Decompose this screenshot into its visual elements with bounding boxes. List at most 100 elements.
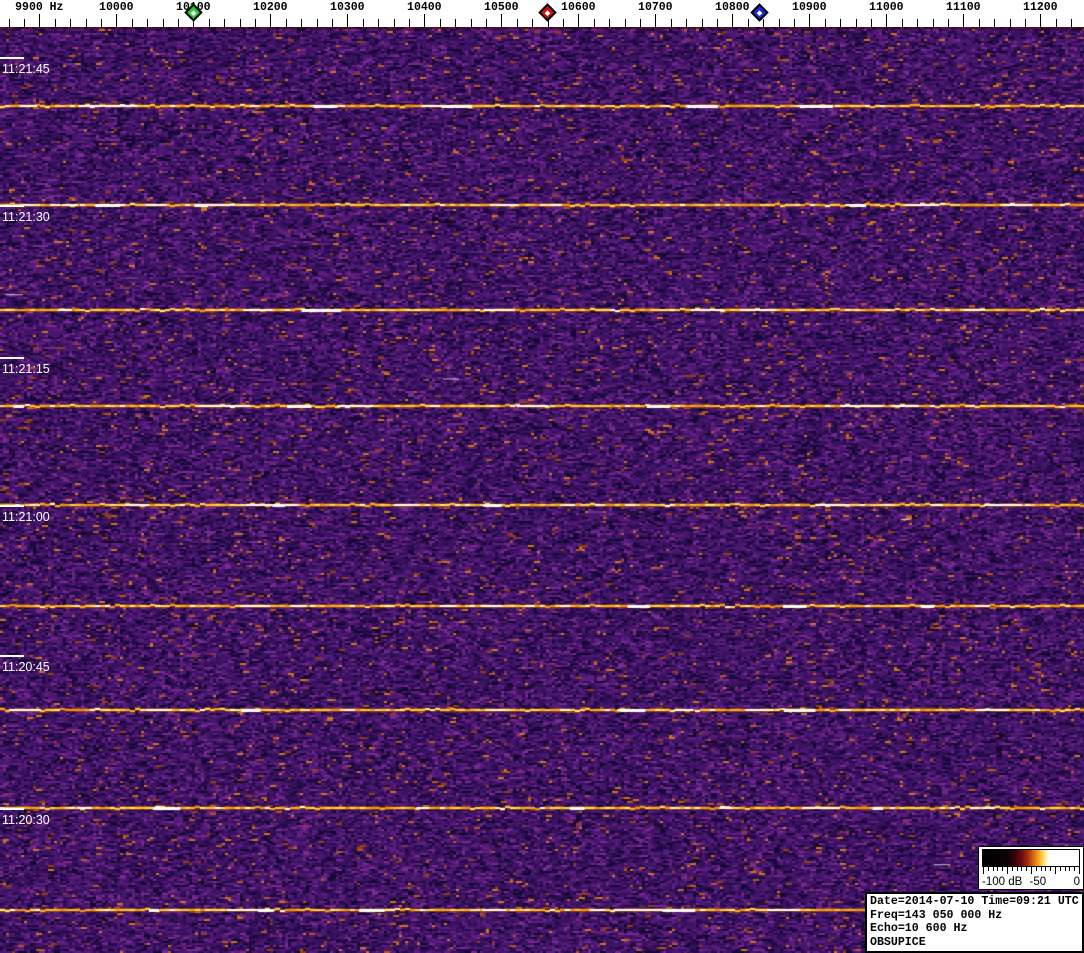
ruler-frequency-label: 11100 xyxy=(946,1,981,14)
time-tick xyxy=(0,808,24,810)
colorbar-label-mid: -50 xyxy=(1029,876,1047,888)
colorbar-tick xyxy=(1050,867,1052,871)
time-tick xyxy=(0,357,24,359)
colorbar-tick xyxy=(1079,867,1080,874)
ruler-tick xyxy=(716,19,718,27)
time-label: 11:21:00 xyxy=(2,510,50,524)
ruler-frequency-label: 9900 Hz xyxy=(15,1,64,14)
time-label: 11:20:45 xyxy=(2,660,50,674)
ruler-tick xyxy=(100,19,102,27)
colorbar-gradient xyxy=(982,849,1080,867)
ruler-tick xyxy=(532,19,534,27)
time-tick xyxy=(0,505,24,507)
ruler-tick xyxy=(347,14,349,27)
colorbar-tick xyxy=(1011,867,1013,871)
info-station-name: OBSUPICE xyxy=(870,935,926,949)
colorbar-labels: -100 dB -50 0 xyxy=(982,875,1080,889)
ruler-frequency-label: 10200 xyxy=(253,1,288,14)
ruler-frequency-label: 10600 xyxy=(561,1,596,14)
ruler-tick xyxy=(593,19,595,27)
ruler-tick xyxy=(639,19,641,27)
ruler-frequency-label: 10000 xyxy=(99,1,134,14)
waterfall-display: 9900 Hz100001010010200103001040010500106… xyxy=(0,0,1084,953)
ruler-tick xyxy=(963,14,965,27)
ruler-tick xyxy=(485,19,487,27)
ruler-tick xyxy=(932,19,934,27)
ruler-tick xyxy=(393,19,395,27)
ruler-tick xyxy=(439,19,441,27)
ruler-tick xyxy=(778,19,780,27)
ruler-tick xyxy=(1009,19,1011,27)
ruler-tick xyxy=(917,19,919,27)
ruler-tick xyxy=(855,19,857,27)
time-label: 11:21:45 xyxy=(2,62,50,76)
colorbar-tick xyxy=(1059,867,1061,871)
ruler-frequency-label: 11200 xyxy=(1023,1,1058,14)
ruler-tick xyxy=(424,14,426,27)
ruler-tick xyxy=(840,19,842,27)
info-echo-frequency: Echo=10 600 Hz xyxy=(870,922,968,935)
time-label: 11:20:30 xyxy=(2,813,50,827)
ruler-frequency-label: 10500 xyxy=(484,1,519,14)
colorbar-tick xyxy=(1016,867,1018,871)
ruler-tick xyxy=(686,19,688,27)
ruler-tick xyxy=(870,19,872,27)
colorbar-tick xyxy=(1069,867,1071,871)
ruler-tick xyxy=(562,19,564,27)
ruler-tick xyxy=(624,19,626,27)
ruler-tick xyxy=(994,19,996,27)
status-info-box: Date=2014-07-10 Time=09:21 UTC Freq=143 … xyxy=(865,892,1084,953)
ruler-tick xyxy=(732,14,734,27)
marker-center-dot xyxy=(544,9,551,16)
colorbar-tick xyxy=(1055,867,1056,874)
ruler-tick xyxy=(239,19,241,27)
ruler-tick xyxy=(85,19,87,27)
ruler-tick xyxy=(408,19,410,27)
colorbar-tick xyxy=(987,867,989,871)
ruler-tick xyxy=(655,14,657,27)
marker-red-diamond-icon[interactable] xyxy=(538,3,557,22)
colorbar-tick xyxy=(992,867,994,871)
ruler-tick xyxy=(578,14,580,27)
marker-center-dot xyxy=(190,9,197,16)
ruler-tick xyxy=(793,19,795,27)
ruler-frequency-label: 11000 xyxy=(869,1,904,14)
colorbar-tick xyxy=(1074,867,1076,871)
marker-blue-diamond-icon[interactable] xyxy=(749,3,769,22)
ruler-tick xyxy=(131,19,133,27)
ruler-tick xyxy=(378,19,380,27)
colorbar-tick xyxy=(1045,867,1047,871)
ruler-tick xyxy=(978,19,980,27)
time-tick xyxy=(0,57,24,59)
ruler-tick xyxy=(331,19,333,27)
ruler-tick xyxy=(254,19,256,27)
ruler-tick xyxy=(23,19,25,27)
colorbar-label-min: -100 dB xyxy=(982,876,1023,888)
ruler-tick xyxy=(224,19,226,27)
ruler-tick xyxy=(824,19,826,27)
ruler-tick xyxy=(147,19,149,27)
colorbar-tick xyxy=(1031,867,1032,874)
spectrogram-waterfall[interactable] xyxy=(0,27,1084,953)
ruler-tick xyxy=(670,19,672,27)
colorbar-tick xyxy=(1002,867,1004,871)
ruler-tick xyxy=(1024,19,1026,27)
colorbar-label-max: 0 xyxy=(1073,876,1080,888)
ruler-tick xyxy=(763,19,765,27)
ruler-tick xyxy=(501,14,503,27)
ruler-tick xyxy=(455,19,457,27)
colorbar-ticks xyxy=(983,867,1080,875)
frequency-ruler[interactable]: 9900 Hz100001010010200103001040010500106… xyxy=(0,0,1084,27)
ruler-frequency-label: 10400 xyxy=(407,1,442,14)
ruler-tick xyxy=(116,14,118,27)
ruler-tick xyxy=(54,19,56,27)
ruler-tick xyxy=(809,14,811,27)
colorbar-tick xyxy=(1035,867,1037,871)
ruler-tick xyxy=(8,19,10,27)
marker-center-dot xyxy=(756,9,763,16)
ruler-tick xyxy=(701,19,703,27)
ruler-tick xyxy=(901,19,903,27)
ruler-tick xyxy=(1040,14,1042,27)
time-label: 11:21:30 xyxy=(2,210,50,224)
ruler-tick xyxy=(316,19,318,27)
